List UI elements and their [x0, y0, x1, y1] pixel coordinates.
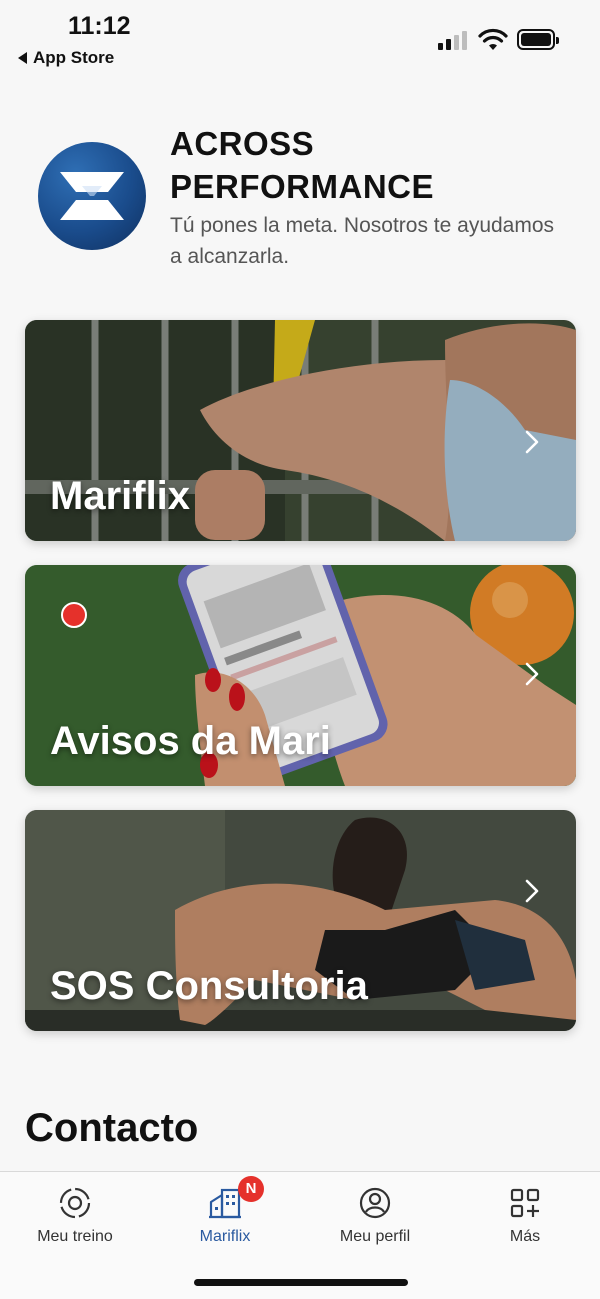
target-icon [59, 1187, 91, 1219]
card-mariflix[interactable]: Mariflix [25, 320, 576, 541]
brand-tagline: Tú pones la meta. Nosotros te ayudamos a… [170, 214, 555, 268]
tab-label: Meu treino [37, 1228, 113, 1245]
wifi-icon [478, 28, 508, 50]
battery-icon [517, 29, 559, 50]
card-sos-consultoria[interactable]: SOS Consultoria [25, 810, 576, 1031]
card-label: Avisos da Mari [50, 719, 331, 763]
chevron-right-icon [525, 430, 539, 453]
status-bar: 11:12 App Store [0, 0, 600, 80]
tab-mas[interactable]: Más [450, 1184, 600, 1256]
card-label: Mariflix [50, 474, 191, 518]
card-avisos-da-mari[interactable]: Avisos da Mari [25, 565, 576, 786]
notification-dot [61, 602, 87, 628]
buildings-icon [209, 1188, 241, 1219]
home-indicator [194, 1279, 408, 1286]
tab-badge: N [238, 1176, 264, 1202]
tab-meu-treino[interactable]: Meu treino [0, 1184, 150, 1256]
card-label: SOS Consultoria [50, 964, 368, 1008]
brand-logo [38, 142, 146, 250]
contact-heading: Contacto [25, 1106, 199, 1150]
tab-label: Mariflix [199, 1228, 251, 1245]
tab-mariflix[interactable]: N Mariflix [150, 1176, 300, 1256]
cellular-signal-icon [438, 30, 467, 50]
grid-plus-icon [510, 1188, 540, 1218]
back-to-app-store[interactable]: App Store [18, 48, 114, 68]
tab-meu-perfil[interactable]: Meu perfil [300, 1184, 450, 1256]
back-arrow-icon [18, 52, 27, 64]
profile-icon [359, 1187, 391, 1219]
status-time: 11:12 [68, 12, 131, 40]
brand-title: ACROSS PERFORMANCE [170, 125, 435, 205]
back-label: App Store [33, 48, 115, 67]
tab-label: Más [509, 1228, 541, 1245]
tab-label: Meu perfil [339, 1228, 411, 1245]
chevron-right-icon [525, 879, 539, 902]
chevron-right-icon [525, 662, 539, 685]
